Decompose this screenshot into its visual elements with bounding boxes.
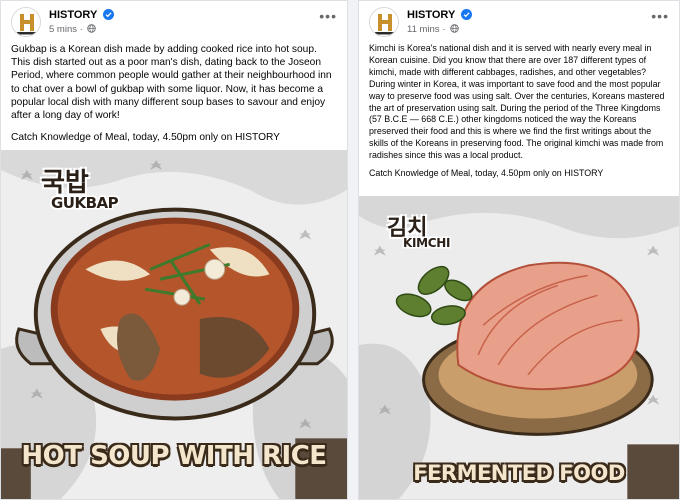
post-header: HISTORY 11 mins · ••• — [369, 7, 669, 41]
history-logo-avatar[interactable] — [369, 7, 399, 37]
post-image-gukbap[interactable]: 국밥 GUKBAP HOT SOUP WITH RICE — [1, 150, 347, 499]
post-timestamp[interactable]: 5 mins · — [49, 24, 97, 35]
caption-cta: Catch Knowledge of Meal, today, 4.50pm o… — [11, 132, 280, 144]
image-label-english: KIMCHI — [403, 236, 451, 250]
globe-icon — [450, 24, 459, 33]
more-options-icon[interactable]: ••• — [651, 9, 669, 23]
post-kimchi: HISTORY 11 mins · ••• Kimchi is Korea's … — [358, 0, 680, 500]
caption-text: Gukbap is a Korean dish made by adding c… — [11, 44, 332, 122]
post-gukbap: HISTORY 5 mins · ••• Gukbap is a Korean … — [0, 0, 348, 500]
image-label-english: GUKBAP — [51, 194, 119, 212]
history-logo-avatar[interactable] — [11, 7, 41, 37]
image-title: HOT SOUP WITH RICE — [21, 441, 327, 471]
caption-cta: Catch Knowledge of Meal, today, 4.50pm o… — [369, 168, 604, 179]
post-caption: Gukbap is a Korean dish made by adding c… — [11, 43, 337, 144]
page-name[interactable]: HISTORY — [407, 9, 473, 21]
verified-badge-icon — [103, 9, 115, 20]
globe-icon — [87, 24, 97, 33]
page-name[interactable]: HISTORY — [49, 9, 115, 21]
verified-badge-icon — [461, 9, 473, 20]
post-header: HISTORY 5 mins · ••• — [11, 7, 337, 41]
more-options-icon[interactable]: ••• — [319, 9, 337, 23]
image-title: FERMENTED FOOD — [413, 461, 625, 485]
post-image-kimchi[interactable]: 김치 KIMCHI FERMENTED FOOD — [359, 196, 679, 499]
history-logo-icon — [370, 8, 398, 36]
history-logo-icon — [12, 8, 40, 36]
post-timestamp[interactable]: 11 mins · — [407, 24, 459, 35]
post-caption: Kimchi is Korea's national dish and it i… — [369, 43, 669, 180]
caption-text: Kimchi is Korea's national dish and it i… — [369, 43, 665, 161]
